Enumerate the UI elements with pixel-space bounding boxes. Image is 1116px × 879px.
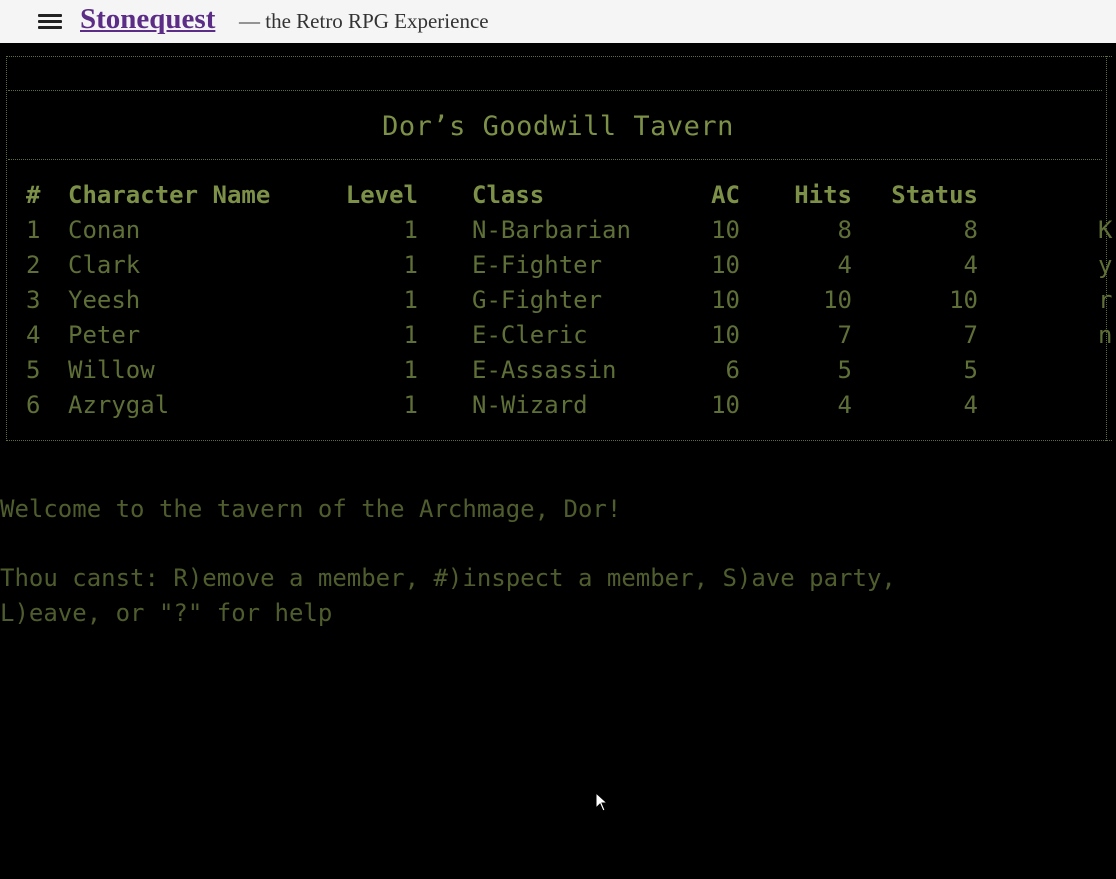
table-row: 6 Azrygal 1 N-Wizard 10 4 4 (0, 391, 1116, 425)
row-hits: 8 (837, 216, 852, 244)
table-row: 3 Yeesh 1 G-Fighter 10 10 10 r (0, 286, 1116, 320)
row-hits: 10 (823, 286, 852, 314)
table-row: 1 Conan 1 N-Barbarian 10 8 8 K (0, 216, 1116, 250)
row-hits: 4 (837, 391, 852, 419)
col-status: Status (891, 181, 978, 209)
row-num: 3 (26, 286, 41, 314)
game-screen[interactable]: Dor’s Goodwill Tavern # Character Name L… (0, 43, 1116, 879)
row-level: 1 (403, 286, 418, 314)
table-header: # Character Name Level Class AC Hits Sta… (0, 181, 1116, 215)
row-class: E-Cleric (472, 321, 588, 349)
row-num: 5 (26, 356, 41, 384)
row-extra: y (1098, 251, 1113, 279)
row-status: 4 (963, 391, 978, 419)
table-row: 2 Clark 1 E-Fighter 10 4 4 y (0, 251, 1116, 285)
row-hits: 7 (837, 321, 852, 349)
row-class: E-Assassin (472, 356, 617, 384)
row-class: G-Fighter (472, 286, 603, 314)
hamburger-menu-icon[interactable] (38, 12, 62, 32)
row-status: 7 (963, 321, 978, 349)
col-class: Class (472, 181, 545, 209)
row-class: N-Barbarian (472, 216, 631, 244)
row-extra: r (1098, 286, 1113, 314)
row-ac: 10 (711, 251, 740, 279)
row-level: 1 (403, 216, 418, 244)
col-hits: Hits (794, 181, 852, 209)
row-level: 1 (403, 356, 418, 384)
command-prompt-line-2: L)eave, or "?" for help (0, 599, 333, 627)
row-name: Willow (68, 356, 155, 384)
row-level: 1 (403, 391, 418, 419)
row-num: 6 (26, 391, 41, 419)
row-hits: 4 (837, 251, 852, 279)
command-prompt-line-1: Thou canst: R)emove a member, #)inspect … (0, 564, 896, 592)
row-name: Yeesh (68, 286, 141, 314)
row-ac: 10 (711, 391, 740, 419)
brand-link[interactable]: Stonequest (80, 3, 215, 36)
col-num: # (26, 181, 41, 209)
tavern-title: Dor’s Goodwill Tavern (382, 111, 734, 142)
row-ac: 10 (711, 321, 740, 349)
row-num: 4 (26, 321, 41, 349)
row-extra: K (1098, 216, 1113, 244)
row-status: 5 (963, 356, 978, 384)
mouse-pointer-icon (595, 792, 609, 812)
row-level: 1 (403, 251, 418, 279)
row-status: 8 (963, 216, 978, 244)
row-name: Azrygal (68, 391, 170, 419)
row-extra: n (1098, 321, 1113, 349)
table-row: 5 Willow 1 E-Assassin 6 5 5 (0, 356, 1116, 390)
title-top-rule (8, 90, 1102, 91)
col-level: Level (345, 181, 418, 209)
row-status: 10 (949, 286, 978, 314)
row-hits: 5 (837, 356, 852, 384)
table-row: 4 Peter 1 E-Cleric 10 7 7 n (0, 321, 1116, 355)
row-ac: 10 (711, 286, 740, 314)
row-num: 1 (26, 216, 41, 244)
row-class: N-Wizard (472, 391, 588, 419)
row-ac: 10 (711, 216, 740, 244)
tagline: — the Retro RPG Experience (239, 9, 489, 33)
col-name: Character Name (68, 181, 271, 209)
row-name: Peter (68, 321, 141, 349)
top-bar: Stonequest — the Retro RPG Experience (0, 0, 1116, 43)
row-ac: 6 (725, 356, 740, 384)
row-name: Conan (68, 216, 141, 244)
row-num: 2 (26, 251, 41, 279)
row-name: Clark (68, 251, 141, 279)
col-ac: AC (711, 181, 740, 209)
row-class: E-Fighter (472, 251, 603, 279)
title-bottom-rule (8, 159, 1102, 160)
row-level: 1 (403, 321, 418, 349)
row-status: 4 (963, 251, 978, 279)
welcome-message: Welcome to the tavern of the Archmage, D… (0, 495, 622, 523)
